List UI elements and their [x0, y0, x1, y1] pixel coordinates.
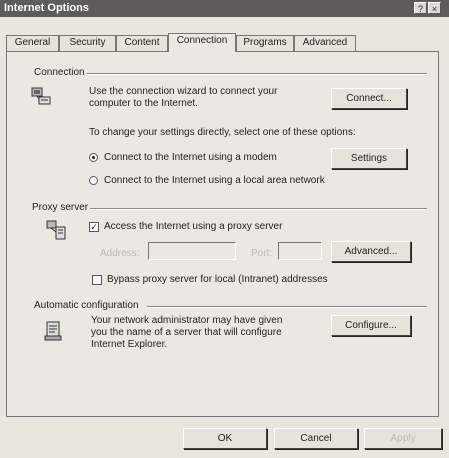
bypass-proxy-checkbox[interactable]: [92, 275, 102, 285]
advanced-button[interactable]: Advanced...: [331, 241, 411, 262]
wizard-description-line1: Use the connection wizard to connect you…: [89, 86, 278, 97]
lan-radio[interactable]: [89, 176, 98, 185]
address-field[interactable]: [148, 242, 236, 260]
title-bar: Internet Options ? ×: [0, 0, 449, 17]
auto-config-group-label: Automatic configuration: [32, 300, 141, 311]
auto-config-description-line3: Internet Explorer.: [91, 339, 168, 350]
proxy-group-divider: [85, 208, 427, 210]
tab-connection[interactable]: Connection: [168, 33, 236, 52]
proxy-group-label: Proxy server: [30, 202, 91, 213]
auto-config-description-line1: Your network administrator may have give…: [91, 315, 283, 326]
auto-config-icon: [44, 321, 62, 341]
wizard-description-line2: computer to the Internet.: [89, 98, 198, 109]
tab-security[interactable]: Security: [59, 35, 116, 51]
settings-button[interactable]: Settings: [331, 148, 407, 169]
lan-option-label[interactable]: Connect to the Internet using a local ar…: [104, 175, 325, 186]
tab-content[interactable]: Content: [116, 35, 168, 51]
bypass-proxy-label[interactable]: Bypass proxy server for local (Intranet)…: [107, 274, 328, 285]
tab-programs[interactable]: Programs: [236, 35, 294, 51]
ok-button[interactable]: OK: [183, 428, 267, 449]
connection-group-label: Connection: [32, 67, 87, 78]
use-proxy-label[interactable]: Access the Internet using a proxy server: [104, 221, 282, 232]
cancel-button[interactable]: Cancel: [274, 428, 358, 449]
tab-general[interactable]: General: [6, 35, 59, 51]
configure-button[interactable]: Configure...: [331, 315, 411, 336]
modem-option-label[interactable]: Connect to the Internet using a modem: [104, 152, 277, 163]
connection-panel: Connection Use the connection wizard to …: [6, 51, 439, 417]
window-title: Internet Options: [4, 2, 89, 14]
connect-button[interactable]: Connect...: [331, 88, 407, 109]
close-button[interactable]: ×: [428, 2, 441, 14]
help-button[interactable]: ?: [414, 2, 427, 14]
modem-radio[interactable]: [89, 153, 98, 162]
tab-advanced[interactable]: Advanced: [294, 35, 356, 51]
connection-group-divider: [77, 73, 427, 75]
apply-button: Apply: [364, 428, 442, 449]
address-label: Address:: [100, 248, 140, 259]
port-label: Port:: [251, 248, 273, 259]
connection-wizard-icon: [31, 87, 51, 105]
change-settings-text: To change your settings directly, select…: [89, 127, 356, 138]
auto-config-description-line2: you the name of a server that will confi…: [91, 327, 282, 338]
use-proxy-checkbox[interactable]: ✓: [89, 222, 99, 232]
auto-config-group-divider: [147, 306, 427, 308]
port-field[interactable]: [278, 242, 322, 260]
proxy-server-icon: [46, 220, 66, 240]
